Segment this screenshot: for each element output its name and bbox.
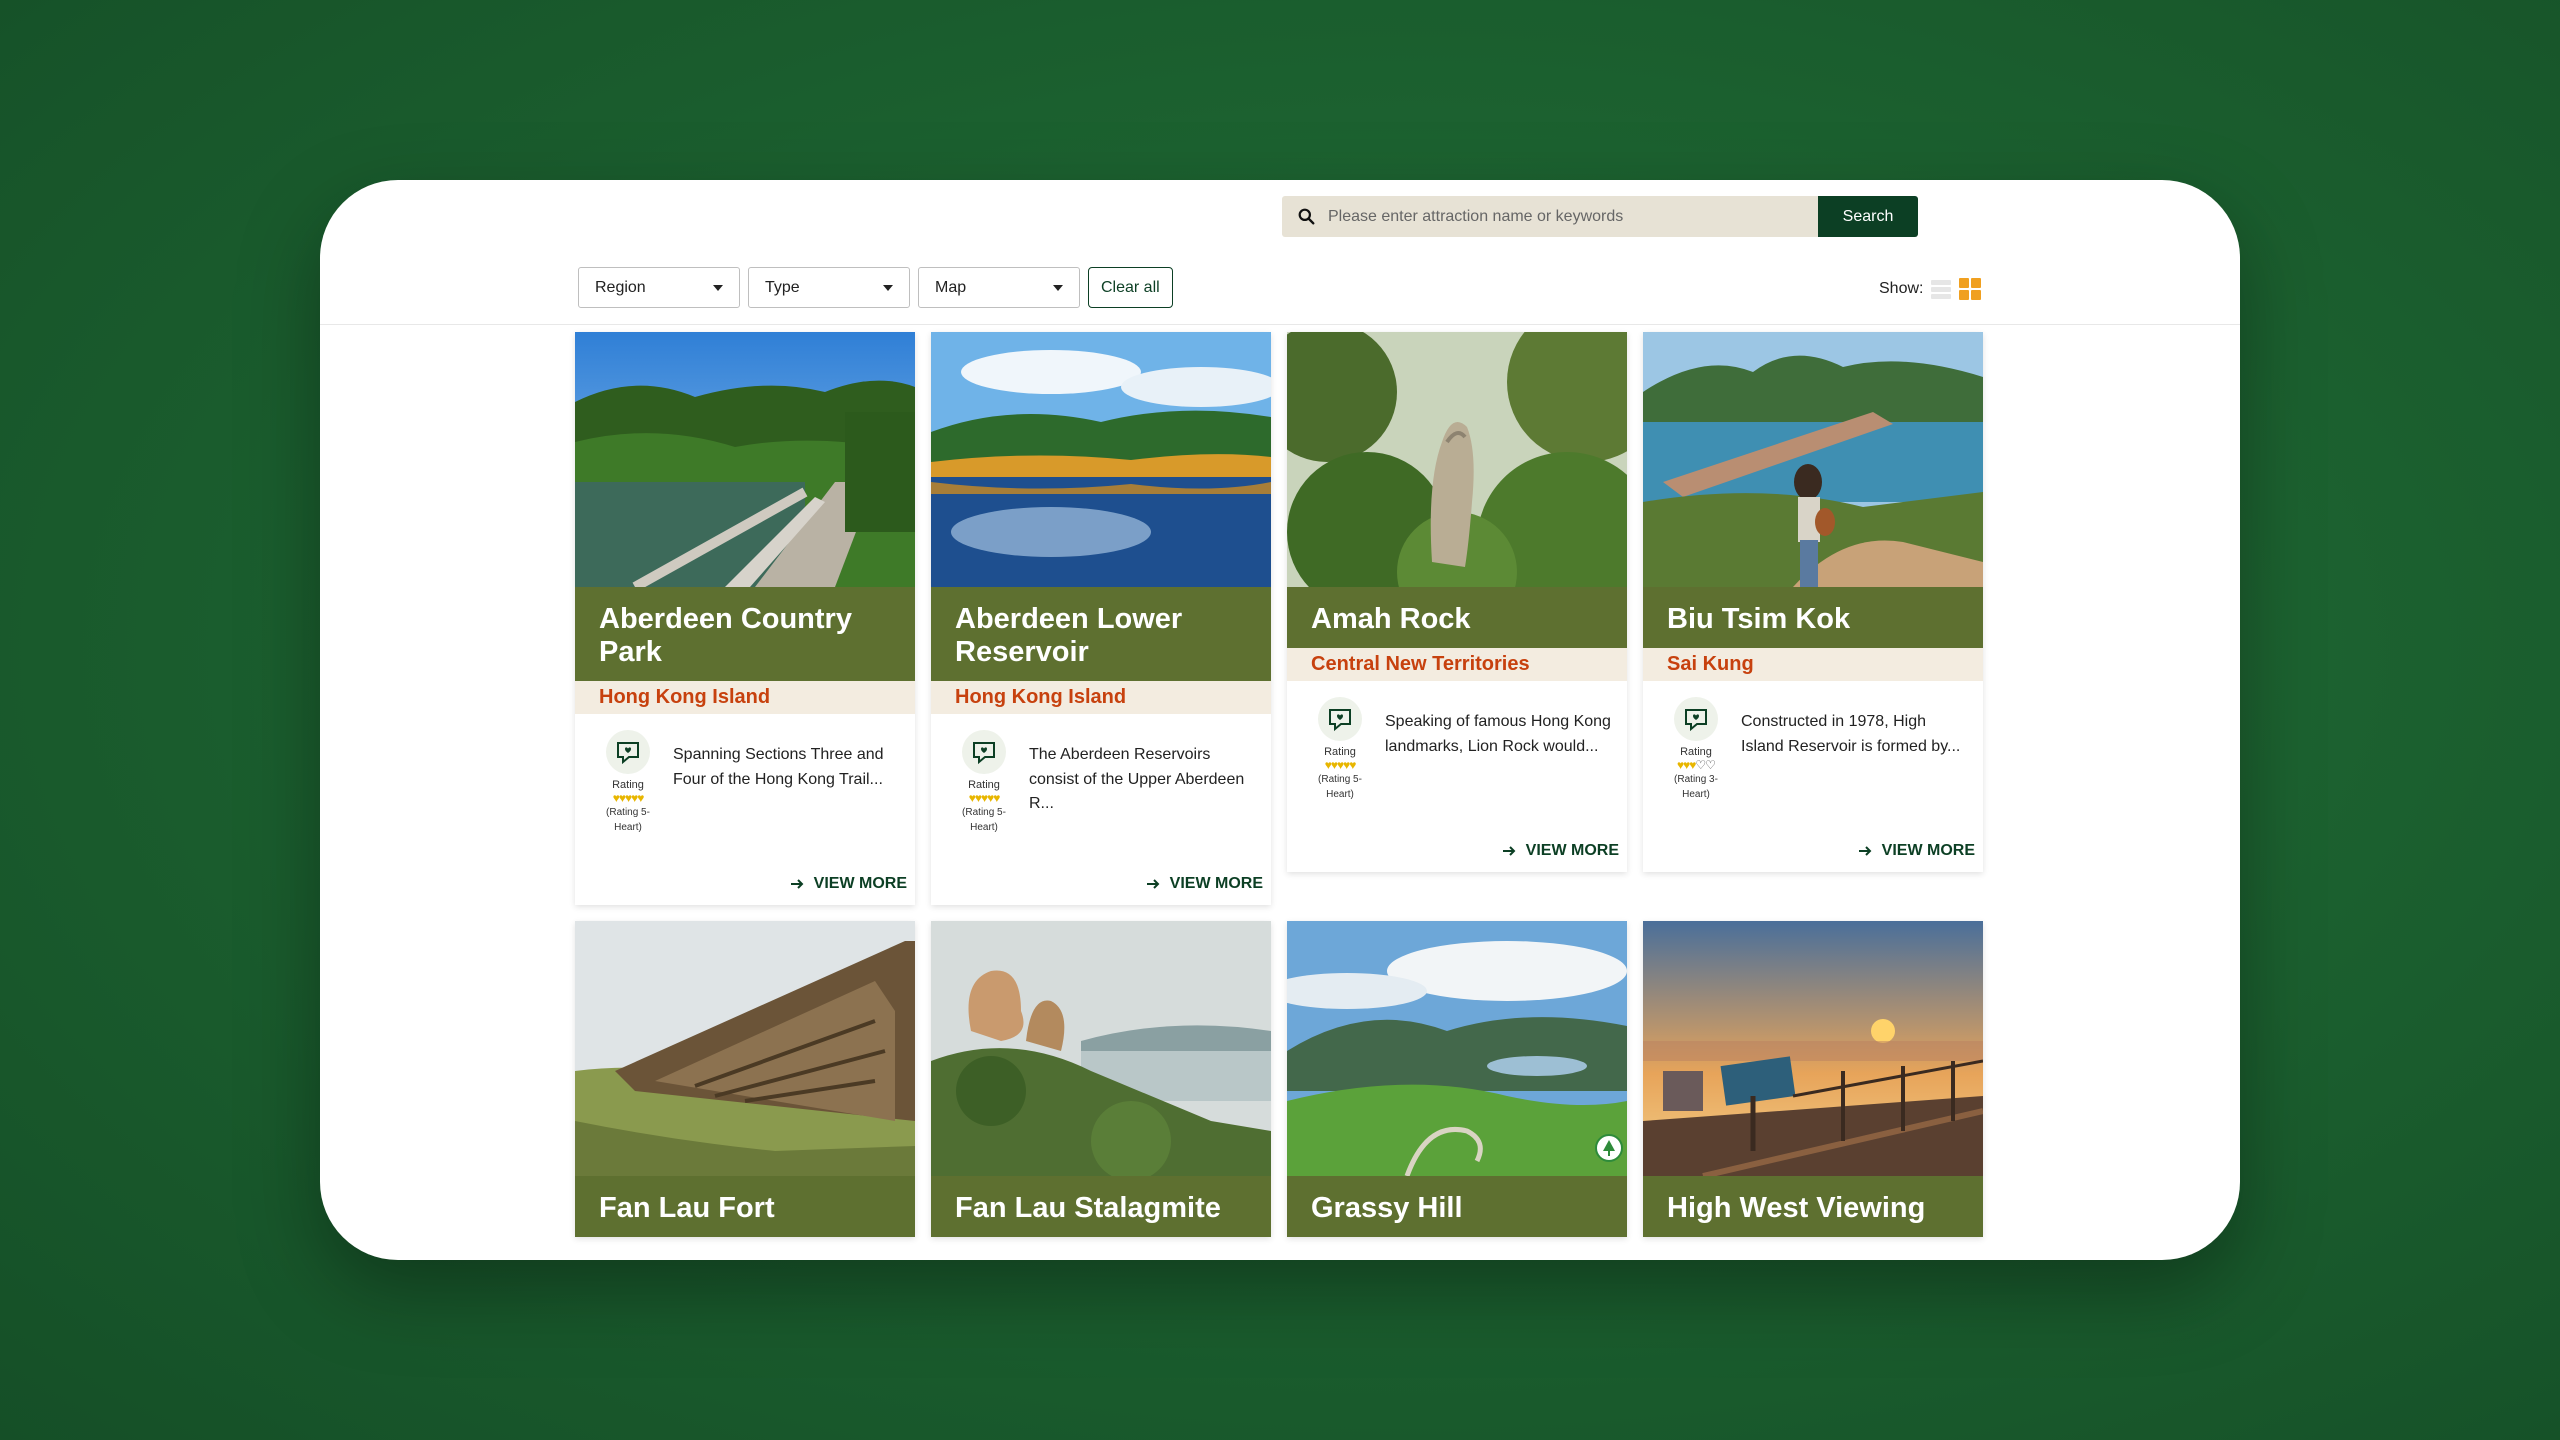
review-bubble-icon (1674, 697, 1718, 741)
arrow-right-icon (790, 879, 804, 889)
card-description: Spanning Sections Three and Four of the … (673, 746, 884, 788)
card-region: Sai Kung (1643, 648, 1983, 681)
card-region: Hong Kong Island (575, 681, 915, 714)
rating: Rating ♥♥♥♥♥ (Rating 5-Heart) (1311, 697, 1369, 802)
heart-rating-icons: ♥♥♥♥♥ (1324, 758, 1357, 772)
heart-rating-icons: ♥♥♥♡♡ (1677, 758, 1716, 772)
rating: Rating ♥♥♥♡♡ (Rating 3-Heart) (1667, 697, 1725, 802)
rating: Rating ♥♥♥♥♥ (Rating 5-Heart) (955, 730, 1013, 835)
attraction-card[interactable]: Amah Rock Central New Territories Rating… (1287, 332, 1627, 872)
card-title[interactable]: Aberdeen Lower Reservoir (931, 587, 1271, 681)
arrow-right-icon (1858, 846, 1872, 856)
type-select[interactable]: Type (748, 267, 910, 308)
card-description: Constructed in 1978, High Island Reservo… (1741, 713, 1961, 755)
attraction-photo (1287, 921, 1627, 1176)
card-title[interactable]: Amah Rock (1287, 587, 1627, 648)
arrow-right-icon (1146, 879, 1160, 889)
attraction-card[interactable]: Aberdeen Country Park Hong Kong Island R… (575, 332, 915, 905)
rating-label: Rating (1680, 746, 1712, 758)
attraction-card[interactable]: High West Viewing (1643, 921, 1983, 1237)
view-more-label: VIEW MORE (1169, 875, 1263, 892)
view-more-link[interactable]: VIEW MORE (575, 835, 915, 905)
country-park-icon (1595, 1134, 1623, 1162)
card-title[interactable]: Fan Lau Fort (575, 1176, 915, 1237)
view-more-link[interactable]: VIEW MORE (1643, 802, 1983, 872)
list-view-icon[interactable] (1931, 279, 1952, 299)
attraction-card[interactable]: Fan Lau Fort (575, 921, 915, 1237)
rating: Rating ♥♥♥♥♥ (Rating 5-Heart) (599, 730, 657, 835)
review-bubble-icon (1318, 697, 1362, 741)
clear-all-button[interactable]: Clear all (1088, 267, 1173, 308)
filter-bar: Region Type Map Clear all (578, 267, 1173, 308)
grid-view-icon[interactable] (1959, 278, 1982, 300)
search-icon (1298, 208, 1315, 225)
rating-note: (Rating 5-Heart) (1318, 774, 1362, 800)
card-region: Central New Territories (1287, 648, 1627, 681)
chevron-down-icon (713, 284, 723, 291)
rating-label: Rating (968, 779, 1000, 791)
card-title[interactable]: Biu Tsim Kok (1643, 587, 1983, 648)
chevron-down-icon (1053, 284, 1063, 291)
view-more-label: VIEW MORE (813, 875, 907, 892)
browser-frame: Search Region Type Map Clear all Show: (320, 180, 2240, 1260)
card-title[interactable]: Aberdeen Country Park (575, 587, 915, 681)
view-more-label: VIEW MORE (1881, 842, 1975, 859)
type-select-label: Type (765, 278, 800, 296)
layout-switcher: Show: (1879, 278, 1982, 300)
heart-rating-icons: ♥♥♥♥♥ (968, 791, 1001, 805)
attraction-card[interactable]: Aberdeen Lower Reservoir Hong Kong Islan… (931, 332, 1271, 905)
view-more-link[interactable]: VIEW MORE (1287, 802, 1627, 872)
view-more-link[interactable]: VIEW MORE (931, 835, 1271, 905)
view-more-label: VIEW MORE (1525, 842, 1619, 859)
chevron-down-icon (883, 284, 893, 291)
rating-note: (Rating 5-Heart) (606, 807, 650, 833)
card-description: Speaking of famous Hong Kong landmarks, … (1385, 713, 1611, 755)
show-label: Show: (1879, 280, 1924, 297)
review-bubble-icon (606, 730, 650, 774)
attraction-photo (1643, 921, 1983, 1176)
rating-note: (Rating 5-Heart) (962, 807, 1006, 833)
attraction-card[interactable]: Biu Tsim Kok Sai Kung Rating ♥♥♥♡♡ (Rati… (1643, 332, 1983, 872)
card-description: The Aberdeen Reservoirs consist of the U… (1029, 746, 1245, 812)
attraction-photo (1643, 332, 1983, 587)
search-field[interactable] (1282, 196, 1818, 237)
arrow-right-icon (1502, 846, 1516, 856)
attraction-photo (931, 332, 1271, 587)
card-region: Hong Kong Island (931, 681, 1271, 714)
search-button[interactable]: Search (1818, 196, 1918, 237)
rating-label: Rating (1324, 746, 1356, 758)
card-title[interactable]: Fan Lau Stalagmite (931, 1176, 1271, 1237)
attraction-photo (931, 921, 1271, 1176)
card-title[interactable]: High West Viewing (1643, 1176, 1983, 1237)
attraction-card[interactable]: Fan Lau Stalagmite (931, 921, 1271, 1237)
header-divider (320, 324, 2240, 325)
review-bubble-icon (962, 730, 1006, 774)
attraction-card[interactable]: Grassy Hill (1287, 921, 1627, 1237)
card-title[interactable]: Grassy Hill (1287, 1176, 1627, 1237)
region-select-label: Region (595, 278, 646, 296)
region-select[interactable]: Region (578, 267, 740, 308)
rating-note: (Rating 3-Heart) (1674, 774, 1718, 800)
map-select[interactable]: Map (918, 267, 1080, 308)
attraction-photo (575, 332, 915, 587)
attraction-grid: Aberdeen Country Park Hong Kong Island R… (575, 332, 1983, 1237)
attraction-photo (1287, 332, 1627, 587)
rating-label: Rating (612, 779, 644, 791)
map-select-label: Map (935, 278, 967, 296)
search-bar: Search (1282, 196, 1918, 237)
search-input[interactable] (1328, 207, 1798, 226)
attraction-photo (575, 921, 915, 1176)
heart-rating-icons: ♥♥♥♥♥ (612, 791, 645, 805)
